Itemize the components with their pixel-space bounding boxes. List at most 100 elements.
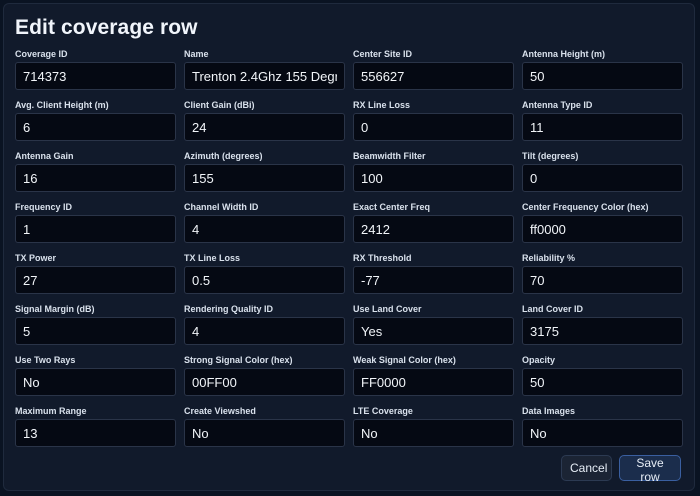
field-coverage-id: Coverage ID (15, 46, 176, 97)
fields-grid: Coverage ID Name Center Site ID Antenna … (15, 46, 683, 454)
field-opacity: Opacity (522, 352, 683, 403)
field-exact-center-freq: Exact Center Freq (353, 199, 514, 250)
maximum-range-input[interactable] (15, 419, 176, 447)
edit-coverage-dialog: Edit coverage row Coverage ID Name Cente… (3, 3, 695, 491)
antenna-gain-input[interactable] (15, 164, 176, 192)
field-label: LTE Coverage (353, 406, 413, 416)
tx-power-input[interactable] (15, 266, 176, 294)
field-label: Data Images (522, 406, 576, 416)
dialog-title: Edit coverage row (15, 16, 198, 39)
field-rx-line-loss: RX Line Loss (353, 97, 514, 148)
field-label: Weak Signal Color (hex) (353, 355, 456, 365)
field-label: Avg. Client Height (m) (15, 100, 109, 110)
field-lte-coverage: LTE Coverage (353, 403, 514, 454)
data-images-input[interactable] (522, 419, 683, 447)
channel-width-id-input[interactable] (184, 215, 345, 243)
field-label: Client Gain (dBi) (184, 100, 255, 110)
field-signal-margin: Signal Margin (dB) (15, 301, 176, 352)
field-label: Antenna Height (m) (522, 49, 605, 59)
field-use-two-rays: Use Two Rays (15, 352, 176, 403)
rendering-quality-id-input[interactable] (184, 317, 345, 345)
save-row-button[interactable]: Save row (619, 455, 681, 484)
field-use-land-cover: Use Land Cover (353, 301, 514, 352)
tilt-input[interactable] (522, 164, 683, 192)
name-input[interactable] (184, 62, 345, 90)
field-strong-signal-color: Strong Signal Color (hex) (184, 352, 345, 403)
field-label: Beamwidth Filter (353, 151, 426, 161)
field-label: Use Land Cover (353, 304, 422, 314)
field-label: RX Threshold (353, 253, 412, 263)
field-label: Tilt (degrees) (522, 151, 579, 161)
rx-line-loss-input[interactable] (353, 113, 514, 141)
field-label: RX Line Loss (353, 100, 411, 110)
center-site-id-input[interactable] (353, 62, 514, 90)
exact-center-freq-input[interactable] (353, 215, 514, 243)
use-two-rays-input[interactable] (15, 368, 176, 396)
field-label: Land Cover ID (522, 304, 584, 314)
center-frequency-color-input[interactable] (522, 215, 683, 243)
beamwidth-filter-input[interactable] (353, 164, 514, 192)
field-antenna-height: Antenna Height (m) (522, 46, 683, 97)
field-label: Frequency ID (15, 202, 73, 212)
field-tx-power: TX Power (15, 250, 176, 301)
field-label: Antenna Type ID (522, 100, 593, 110)
dialog-actions: Cancel Save row (561, 455, 681, 484)
field-label: Maximum Range (15, 406, 87, 416)
field-beamwidth-filter: Beamwidth Filter (353, 148, 514, 199)
field-label: TX Line Loss (184, 253, 241, 263)
signal-margin-input[interactable] (15, 317, 176, 345)
antenna-height-input[interactable] (522, 62, 683, 90)
field-label: TX Power (15, 253, 57, 263)
coverage-id-input[interactable] (15, 62, 176, 90)
field-reliability: Reliability % (522, 250, 683, 301)
field-client-gain: Client Gain (dBi) (184, 97, 345, 148)
field-name: Name (184, 46, 345, 97)
opacity-input[interactable] (522, 368, 683, 396)
field-tx-line-loss: TX Line Loss (184, 250, 345, 301)
field-weak-signal-color: Weak Signal Color (hex) (353, 352, 514, 403)
field-tilt: Tilt (degrees) (522, 148, 683, 199)
lte-coverage-input[interactable] (353, 419, 514, 447)
frequency-id-input[interactable] (15, 215, 176, 243)
field-avg-client-height: Avg. Client Height (m) (15, 97, 176, 148)
field-create-viewshed: Create Viewshed (184, 403, 345, 454)
land-cover-id-input[interactable] (522, 317, 683, 345)
field-label: Center Frequency Color (hex) (522, 202, 649, 212)
client-gain-input[interactable] (184, 113, 345, 141)
weak-signal-color-input[interactable] (353, 368, 514, 396)
antenna-type-id-input[interactable] (522, 113, 683, 141)
field-land-cover-id: Land Cover ID (522, 301, 683, 352)
field-channel-width-id: Channel Width ID (184, 199, 345, 250)
field-label: Reliability % (522, 253, 576, 263)
field-data-images: Data Images (522, 403, 683, 454)
use-land-cover-input[interactable] (353, 317, 514, 345)
reliability-input[interactable] (522, 266, 683, 294)
strong-signal-color-input[interactable] (184, 368, 345, 396)
field-label: Exact Center Freq (353, 202, 431, 212)
field-maximum-range: Maximum Range (15, 403, 176, 454)
field-label: Center Site ID (353, 49, 413, 59)
field-center-frequency-color: Center Frequency Color (hex) (522, 199, 683, 250)
tx-line-loss-input[interactable] (184, 266, 345, 294)
field-label: Antenna Gain (15, 151, 74, 161)
field-label: Channel Width ID (184, 202, 259, 212)
field-label: Rendering Quality ID (184, 304, 274, 314)
field-antenna-gain: Antenna Gain (15, 148, 176, 199)
field-label: Create Viewshed (184, 406, 256, 416)
field-center-site-id: Center Site ID (353, 46, 514, 97)
field-antenna-type-id: Antenna Type ID (522, 97, 683, 148)
field-label: Strong Signal Color (hex) (184, 355, 293, 365)
avg-client-height-input[interactable] (15, 113, 176, 141)
azimuth-input[interactable] (184, 164, 345, 192)
cancel-button[interactable]: Cancel (561, 455, 612, 481)
create-viewshed-input[interactable] (184, 419, 345, 447)
field-azimuth: Azimuth (degrees) (184, 148, 345, 199)
field-label: Azimuth (degrees) (184, 151, 263, 161)
field-label: Coverage ID (15, 49, 68, 59)
field-label: Use Two Rays (15, 355, 76, 365)
rx-threshold-input[interactable] (353, 266, 514, 294)
field-rendering-quality-id: Rendering Quality ID (184, 301, 345, 352)
field-label: Signal Margin (dB) (15, 304, 95, 314)
field-label: Opacity (522, 355, 556, 365)
field-label: Name (184, 49, 209, 59)
